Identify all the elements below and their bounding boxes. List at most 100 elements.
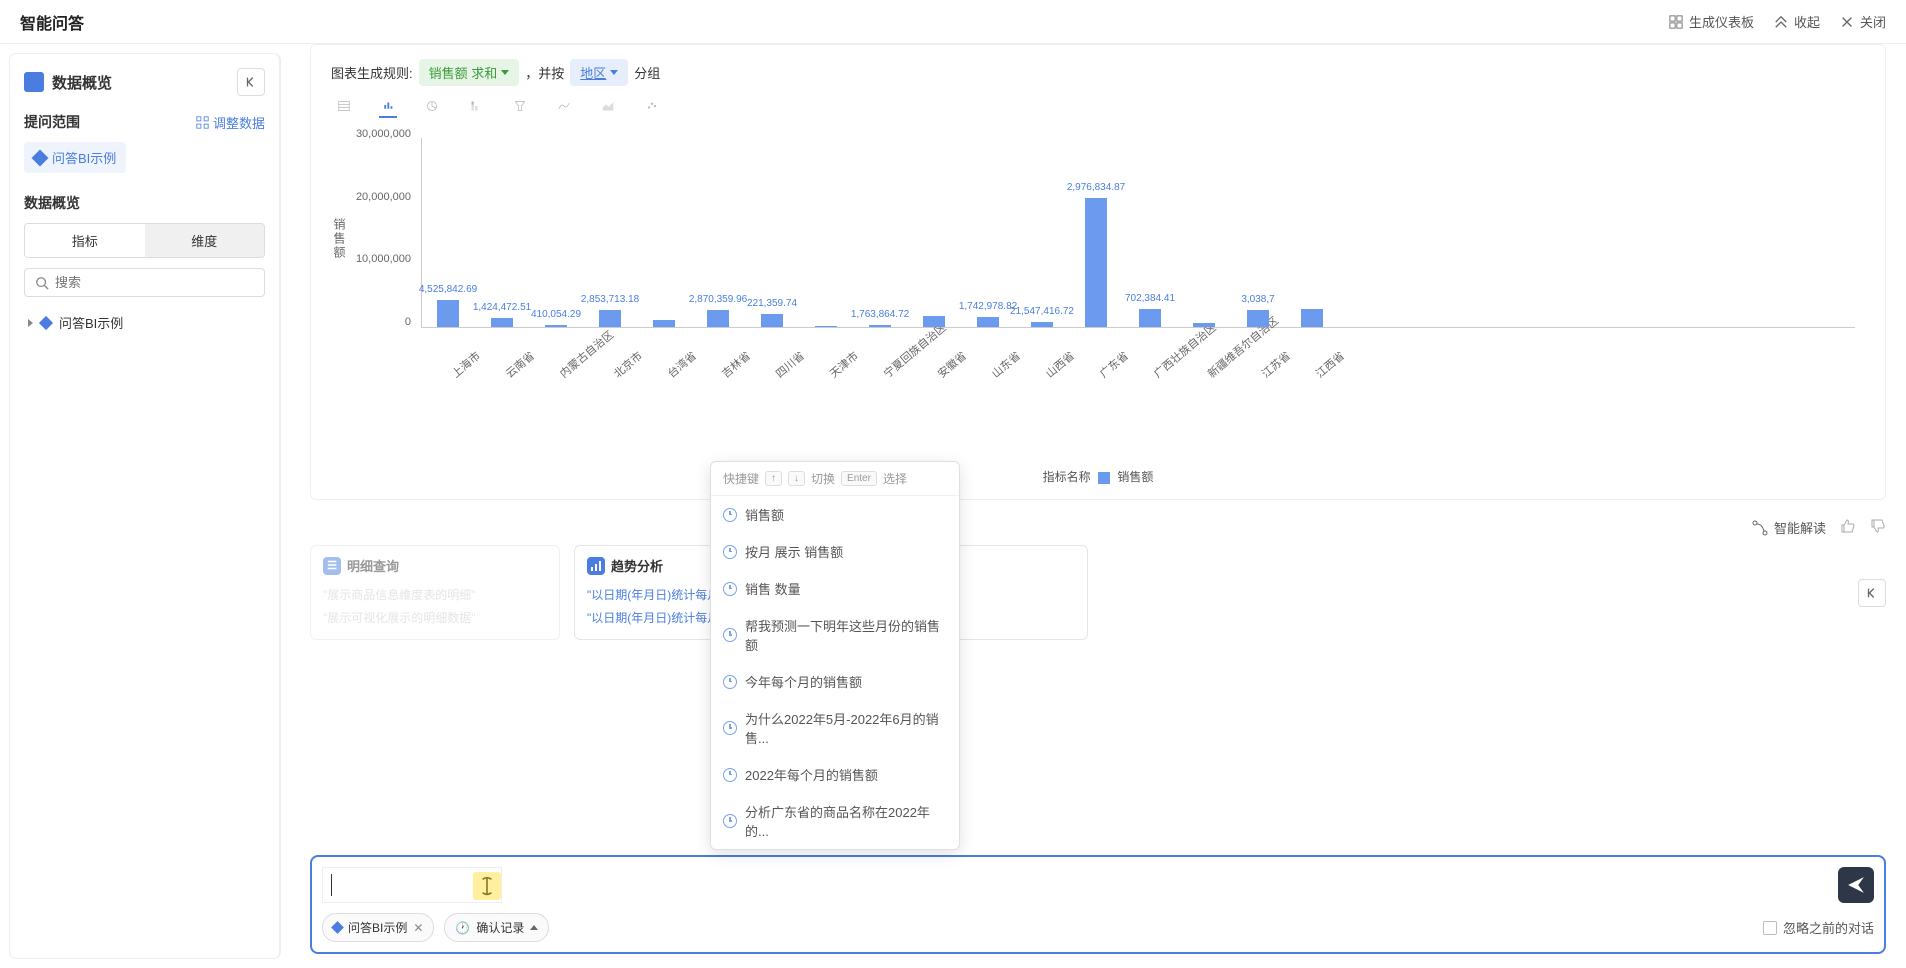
bar-chart-icon[interactable] — [379, 100, 397, 118]
question-input[interactable] — [322, 867, 502, 903]
dimension-pill[interactable]: 地区 — [570, 59, 628, 86]
header-actions: 生成仪表板 收起 关闭 — [1669, 12, 1886, 31]
history-icon — [723, 545, 737, 559]
bar — [545, 325, 567, 327]
bar-value-label: 2,870,359.96 — [689, 294, 747, 305]
measure-pill[interactable]: 销售额 求和 — [419, 59, 520, 86]
bar-value-label: 702,384.41 — [1125, 293, 1175, 304]
send-icon — [1847, 876, 1865, 894]
collapse-button[interactable]: 收起 — [1774, 12, 1820, 31]
chip-close-icon[interactable]: ✕ — [413, 921, 423, 935]
bar-group[interactable]: 安徽省 — [916, 316, 952, 327]
bar-group[interactable]: 新疆维吾尔自治区 — [1186, 323, 1222, 327]
search-input[interactable] — [55, 275, 254, 290]
clock-icon: 🕐 — [455, 921, 470, 935]
funnel-chart-icon[interactable] — [511, 100, 529, 118]
chart-card: 图表生成规则: 销售额 求和 ，并按 地区 分组 — [310, 44, 1886, 500]
scope-label: 提问范围 — [24, 112, 80, 132]
bar-group[interactable]: 21,547,416.72山西省 — [1024, 322, 1060, 327]
path-icon — [1752, 520, 1768, 536]
bar — [491, 318, 513, 327]
autocomplete-item[interactable]: 帮我预测一下明年这些月份的销售额 — [711, 607, 959, 663]
sidebar-collapse-button[interactable] — [237, 68, 265, 96]
collapse-left-icon — [1865, 586, 1879, 600]
area-chart-icon[interactable] — [599, 100, 617, 118]
tab-metric[interactable]: 指标 — [25, 224, 145, 257]
chart-rule-row: 图表生成规则: 销售额 求和 ，并按 地区 分组 — [331, 59, 1865, 86]
bar-group[interactable]: 702,384.41广西壮族自治区 — [1132, 309, 1168, 327]
x-axis-label: 四川省 — [772, 348, 808, 381]
example-chip[interactable]: 问答BI示例 — [24, 142, 126, 173]
diamond-icon — [32, 149, 49, 166]
bar-group[interactable]: 天津市 — [808, 326, 844, 327]
bar — [815, 326, 837, 327]
autocomplete-item[interactable]: 今年每个月的销售额 — [711, 663, 959, 700]
bar — [1247, 310, 1269, 327]
bar-group[interactable]: 2,870,359.96吉林省 — [700, 310, 736, 327]
bar — [599, 310, 621, 327]
autocomplete-item[interactable]: 按月 展示 销售额 — [711, 533, 959, 570]
bar-value-label: 3,038,7 — [1241, 294, 1274, 305]
history-icon — [723, 675, 737, 689]
stacked-bar-icon[interactable] — [467, 100, 485, 118]
checkbox-icon — [1763, 921, 1777, 935]
bar-group[interactable]: 江西省 — [1294, 309, 1330, 327]
bar-group[interactable]: 1,424,472.51云南省 — [484, 318, 520, 327]
line-chart-icon[interactable] — [555, 100, 573, 118]
scatter-chart-icon[interactable] — [643, 100, 661, 118]
question-input-bar: 问答BI示例 ✕ 🕐 确认记录 忽略之前的对话 — [310, 855, 1886, 954]
close-button[interactable]: 关闭 — [1840, 12, 1886, 31]
autocomplete-item[interactable]: 销售额 — [711, 496, 959, 533]
confirm-record-chip[interactable]: 🕐 确认记录 — [444, 913, 549, 942]
thumbs-up-button[interactable] — [1840, 518, 1856, 537]
y-tick: 0 — [341, 316, 411, 328]
autocomplete-item[interactable]: 分析广东省的商品名称在2022年的... — [711, 793, 959, 849]
bar-group[interactable]: 2,976,834.87广东省 — [1078, 198, 1114, 327]
bar — [1139, 309, 1161, 327]
input-chips-row: 问答BI示例 ✕ 🕐 确认记录 忽略之前的对话 — [322, 913, 1874, 942]
tree-item-example[interactable]: 问答BI示例 — [24, 307, 265, 338]
x-axis-label: 内蒙古自治区 — [556, 327, 617, 382]
trend-icon — [587, 557, 605, 575]
bar — [1301, 309, 1323, 327]
collapse-icon — [1774, 15, 1788, 29]
x-axis-label: 广东省 — [1096, 348, 1132, 381]
adjust-data-link[interactable]: 调整数据 — [196, 113, 265, 132]
x-axis-label: 吉林省 — [718, 348, 754, 381]
autocomplete-item[interactable]: 2022年每个月的销售额 — [711, 756, 959, 793]
bar-value-label: 2,976,834.87 — [1067, 182, 1125, 193]
tab-dimension[interactable]: 维度 — [145, 224, 265, 257]
autocomplete-item[interactable]: 为什么2022年5月-2022年6月的销售... — [711, 700, 959, 756]
bar-group[interactable]: 221,359.74四川省 — [754, 314, 790, 327]
ignore-previous-checkbox[interactable]: 忽略之前的对话 — [1763, 918, 1874, 937]
arrow-down-key: ↓ — [788, 471, 805, 486]
bar-group[interactable]: 3,038,7江苏省 — [1240, 310, 1276, 327]
bar-group[interactable]: 台湾省 — [646, 320, 682, 327]
detail-query-card[interactable]: ☰ 明细查询 "展示商品信息维度表的明细" "展示可视化展示的明细数据" — [310, 545, 560, 640]
bar-group[interactable]: 1,742,978.82山东省 — [970, 317, 1006, 327]
dashboard-icon — [1669, 15, 1683, 29]
collapse-suggestions-button[interactable] — [1858, 579, 1886, 607]
example-context-chip[interactable]: 问答BI示例 ✕ — [322, 913, 434, 942]
table-chart-icon[interactable] — [335, 100, 353, 118]
bar-group[interactable]: 2,853,713.18北京市 — [592, 310, 628, 327]
thumbs-down-button[interactable] — [1870, 518, 1886, 537]
send-button[interactable] — [1838, 867, 1874, 903]
chart-type-selector — [331, 100, 1865, 118]
arrow-up-key: ↑ — [765, 471, 782, 486]
bar-group[interactable]: 410,054.29内蒙古自治区 — [538, 325, 574, 327]
pie-chart-icon[interactable] — [423, 100, 441, 118]
bar-value-label: 410,054.29 — [531, 309, 581, 320]
x-axis-label: 安徽省 — [934, 348, 970, 381]
search-box[interactable] — [24, 268, 265, 297]
autocomplete-item[interactable]: 销售 数量 — [711, 570, 959, 607]
collapse-left-icon — [244, 75, 258, 89]
bar-group[interactable]: 1,763,864.72宁夏回族自治区 — [862, 325, 898, 327]
suggestion-cards-row: ☰ 明细查询 "展示商品信息维度表的明细" "展示可视化展示的明细数据" 趋势分… — [310, 545, 1886, 640]
sidebar-title: 数据概览 — [24, 72, 112, 93]
generate-dashboard-button[interactable]: 生成仪表板 — [1669, 12, 1754, 31]
smart-interpret-button[interactable]: 智能解读 — [1752, 518, 1826, 537]
x-axis-label: 上海市 — [448, 348, 484, 381]
history-icon — [723, 628, 737, 642]
bar-group[interactable]: 4,525,842.69上海市 — [430, 300, 466, 327]
